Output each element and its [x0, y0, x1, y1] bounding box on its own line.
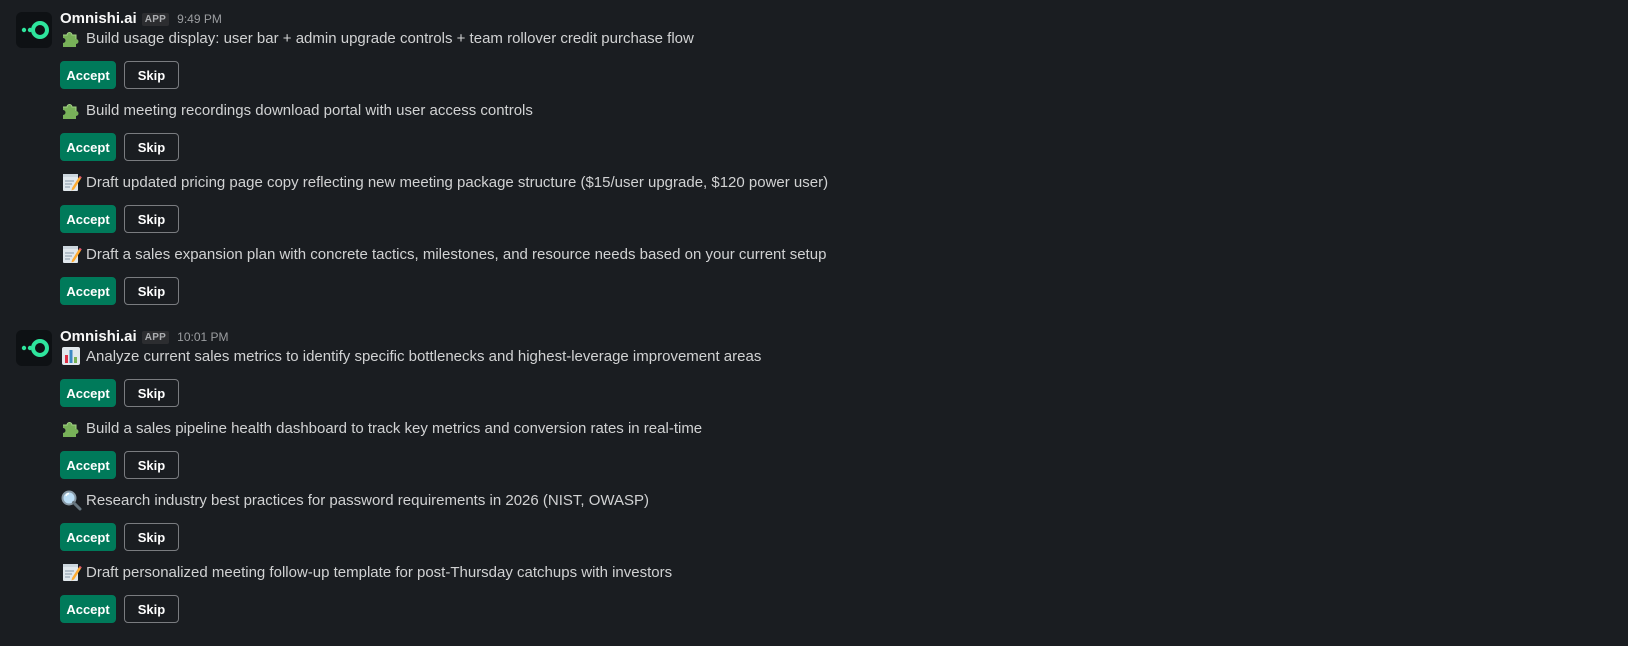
task-actions: Accept Skip — [60, 133, 179, 161]
task-actions: Accept Skip — [60, 379, 179, 407]
task-text: Analyze current sales metrics to identif… — [86, 347, 762, 365]
accept-button[interactable]: Accept — [60, 277, 116, 305]
accept-button[interactable]: Accept — [60, 61, 116, 89]
puzzle-piece-icon — [60, 27, 82, 49]
accept-button[interactable]: Accept — [60, 133, 116, 161]
task-actions: Accept Skip — [60, 523, 179, 551]
accept-button[interactable]: Accept — [60, 379, 116, 407]
skip-button[interactable]: Skip — [124, 61, 179, 89]
skip-button[interactable]: Skip — [124, 379, 179, 407]
omnishi-logo-icon[interactable] — [16, 330, 52, 366]
accept-button[interactable]: Accept — [60, 595, 116, 623]
app-badge: APP — [141, 13, 170, 26]
bar-chart-icon — [60, 345, 82, 367]
timestamp[interactable]: 9:49 PM — [177, 12, 222, 26]
skip-button[interactable]: Skip — [124, 133, 179, 161]
skip-button[interactable]: Skip — [124, 451, 179, 479]
skip-button[interactable]: Skip — [124, 523, 179, 551]
task-text: Build a sales pipeline health dashboard … — [86, 419, 703, 437]
task-text: Draft personalized meeting follow-up tem… — [86, 563, 673, 581]
accept-button[interactable]: Accept — [60, 523, 116, 551]
puzzle-piece-icon — [60, 417, 82, 439]
task-actions: Accept Skip — [60, 205, 179, 233]
puzzle-piece-icon — [60, 99, 82, 121]
task-actions: Accept Skip — [60, 451, 179, 479]
omnishi-logo-icon[interactable] — [16, 12, 52, 48]
memo-icon — [60, 243, 82, 265]
task-text: Draft updated pricing page copy reflecti… — [86, 173, 829, 191]
skip-button[interactable]: Skip — [124, 595, 179, 623]
memo-icon — [60, 561, 82, 583]
app-badge: APP — [141, 331, 170, 344]
sender-name[interactable]: Omnishi.ai — [60, 328, 137, 345]
task-actions: Accept Skip — [60, 277, 179, 305]
sender-name[interactable]: Omnishi.ai — [60, 10, 137, 27]
task-text: Build meeting recordings download portal… — [86, 101, 533, 119]
memo-icon — [60, 171, 82, 193]
skip-button[interactable]: Skip — [124, 277, 179, 305]
accept-button[interactable]: Accept — [60, 205, 116, 233]
accept-button[interactable]: Accept — [60, 451, 116, 479]
task-text: Draft a sales expansion plan with concre… — [86, 245, 827, 263]
task-actions: Accept Skip — [60, 61, 179, 89]
task-text: Research industry best practices for pas… — [86, 491, 649, 509]
task-actions: Accept Skip — [60, 595, 179, 623]
skip-button[interactable]: Skip — [124, 205, 179, 233]
task-text: Build usage display: user bar + admin up… — [86, 29, 694, 47]
magnifying-glass-icon — [60, 489, 82, 511]
timestamp[interactable]: 10:01 PM — [177, 330, 228, 344]
